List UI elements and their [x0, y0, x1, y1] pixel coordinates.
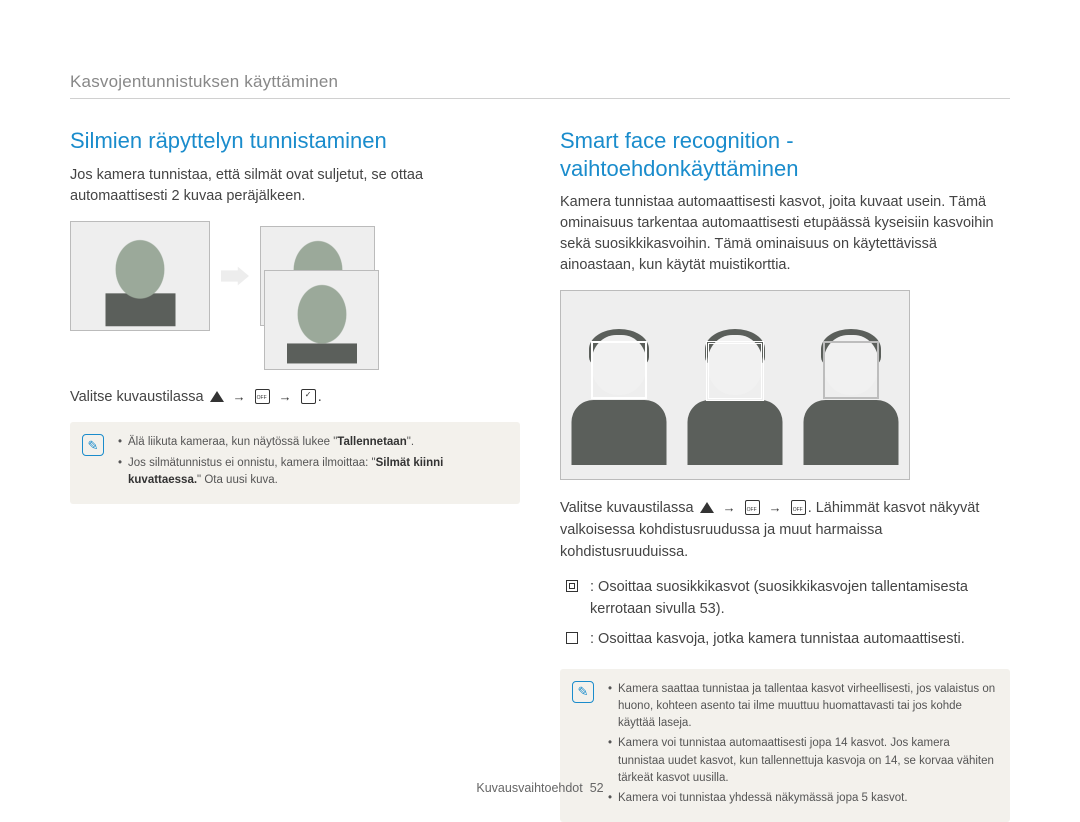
- face-after-2: [264, 270, 379, 370]
- arrow-sep-icon: →: [233, 387, 246, 407]
- note-item: Kamera voi tunnistaa automaattisesti jop…: [608, 735, 996, 787]
- note-icon: ✎: [82, 434, 104, 456]
- bullet-item: : Osoittaa kasvoja, jotka kamera tunnist…: [560, 629, 1010, 651]
- person-3: [804, 325, 899, 465]
- left-column: Silmien räpyttelyn tunnistaminen Jos kam…: [70, 127, 520, 822]
- left-instruction: Valitse kuvaustilassa → → .: [70, 387, 520, 409]
- detect-frame-double: [706, 341, 764, 401]
- face-before: [70, 221, 210, 331]
- right-intro: Kamera tunnistaa automaattisesti kasvot,…: [560, 192, 1010, 276]
- arrow-sep-icon: →: [769, 498, 782, 518]
- right-instruction: Valitse kuvaustilassa → → . Lähimmät kas…: [560, 498, 1010, 563]
- footer-label: Kuvausvaihtoehdot: [476, 781, 582, 795]
- smart-face-icon: [791, 500, 806, 515]
- right-column: Smart face recognition -vaihtoehdonkäytt…: [560, 127, 1010, 822]
- person-1: [572, 325, 667, 465]
- note-text: ".: [407, 436, 414, 448]
- note-text: Älä liikuta kameraa, kun näytössä lukee …: [128, 436, 337, 448]
- double-frame-icon: [566, 580, 578, 592]
- bullet-text: : Osoittaa suosikkikasvot (suosikkikasvo…: [590, 579, 968, 617]
- bullet-item: : Osoittaa suosikkikasvot (suosikkikasvo…: [560, 577, 1010, 621]
- detect-frame-gray: [823, 341, 879, 399]
- section-header: Kasvojentunnistuksen käyttäminen: [70, 72, 1010, 99]
- note-bold: Tallennetaan: [337, 436, 406, 448]
- single-frame-icon: [566, 632, 578, 644]
- page-number: 52: [590, 781, 604, 795]
- right-note: ✎ Kamera saattaa tunnistaa ja tallentaa …: [560, 669, 1010, 822]
- right-bullets: : Osoittaa suosikkikasvot (suosikkikasvo…: [560, 577, 1010, 650]
- note-icon: ✎: [572, 681, 594, 703]
- note-item: Jos silmätunnistus ei onnistu, kamera il…: [118, 455, 506, 490]
- arrow-icon: [220, 264, 250, 288]
- up-icon: [210, 391, 224, 402]
- arrow-sep-icon: →: [723, 498, 736, 518]
- right-instruction-prefix: Valitse kuvaustilassa: [560, 500, 694, 516]
- left-note: ✎ Älä liikuta kameraa, kun näytössä luke…: [70, 422, 520, 504]
- content-columns: Silmien räpyttelyn tunnistaminen Jos kam…: [70, 127, 1010, 822]
- note-text: " Ota uusi kuva.: [197, 474, 278, 486]
- arrow-sep-icon: →: [279, 387, 292, 407]
- person-2: [688, 325, 783, 465]
- left-instruction-prefix: Valitse kuvaustilassa: [70, 389, 204, 405]
- blink-illustration: [70, 221, 520, 331]
- face-off-icon: [255, 389, 270, 404]
- page-footer: Kuvausvaihtoehdot 52: [0, 781, 1080, 795]
- blink-mode-icon: [301, 389, 316, 404]
- bullet-text: : Osoittaa kasvoja, jotka kamera tunnist…: [590, 631, 965, 647]
- note-text: Jos silmätunnistus ei onnistu, kamera il…: [128, 457, 376, 469]
- note-item: Älä liikuta kameraa, kun näytössä lukee …: [118, 434, 506, 451]
- note-item: Kamera saattaa tunnistaa ja tallentaa ka…: [608, 681, 996, 733]
- detect-frame-white: [591, 341, 647, 399]
- smart-face-illustration: [560, 290, 910, 480]
- up-icon: [700, 502, 714, 513]
- face-off-icon: [745, 500, 760, 515]
- left-intro: Jos kamera tunnistaa, että silmät ovat s…: [70, 165, 520, 207]
- right-title: Smart face recognition -vaihtoehdonkäytt…: [560, 127, 1010, 182]
- left-title: Silmien räpyttelyn tunnistaminen: [70, 127, 520, 155]
